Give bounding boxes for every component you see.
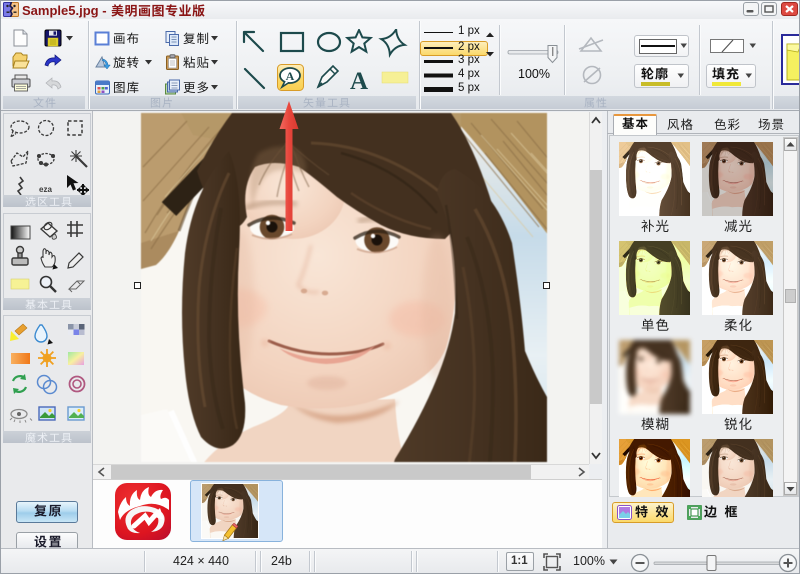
svg-text:eza: eza bbox=[39, 185, 52, 194]
svg-text:A: A bbox=[350, 68, 368, 93]
svg-text:A: A bbox=[286, 69, 295, 83]
